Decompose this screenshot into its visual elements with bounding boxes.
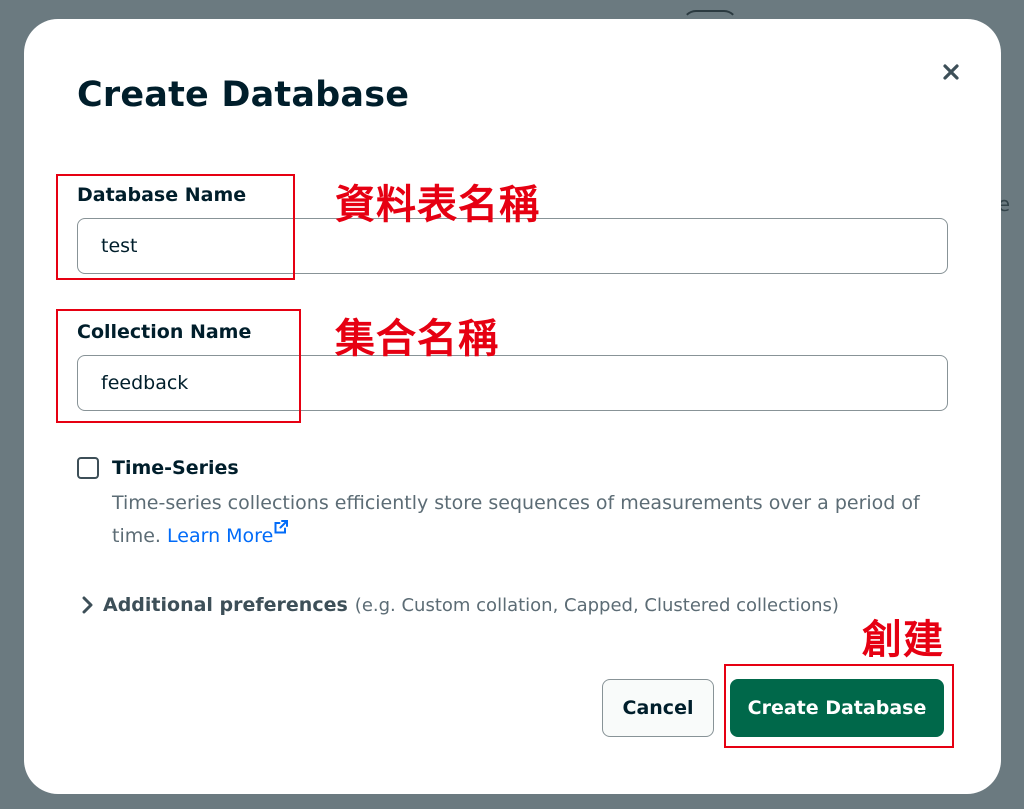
annotation-collection-name-note: 集合名稱 — [335, 316, 499, 362]
close-icon — [943, 64, 959, 80]
cancel-button[interactable]: Cancel — [602, 679, 714, 737]
time-series-label: Time-Series — [112, 457, 239, 479]
time-series-description: Time-series collections efficiently stor… — [112, 487, 942, 553]
time-series-checkbox[interactable] — [77, 457, 99, 479]
additional-preferences-hint: (e.g. Custom collation, Capped, Clustere… — [354, 594, 839, 616]
create-database-modal: Create Database Database Name test Colle… — [24, 19, 1001, 794]
chevron-right-icon — [81, 596, 93, 614]
external-link-icon — [274, 520, 289, 534]
annotation-database-name-note: 資料表名稱 — [335, 182, 540, 228]
close-button[interactable] — [936, 57, 966, 87]
annotation-box-database-name — [56, 174, 295, 280]
additional-preferences-label: Additional preferences — [103, 594, 348, 616]
modal-title: Create Database — [77, 75, 410, 115]
learn-more-label: Learn More — [167, 525, 274, 547]
annotation-create-note: 創建 — [862, 617, 944, 663]
annotation-box-create-button — [724, 664, 954, 748]
learn-more-link[interactable]: Learn More — [167, 520, 289, 547]
annotation-box-collection-name — [56, 309, 301, 423]
additional-preferences-toggle[interactable]: Additional preferences (e.g. Custom coll… — [81, 594, 839, 616]
